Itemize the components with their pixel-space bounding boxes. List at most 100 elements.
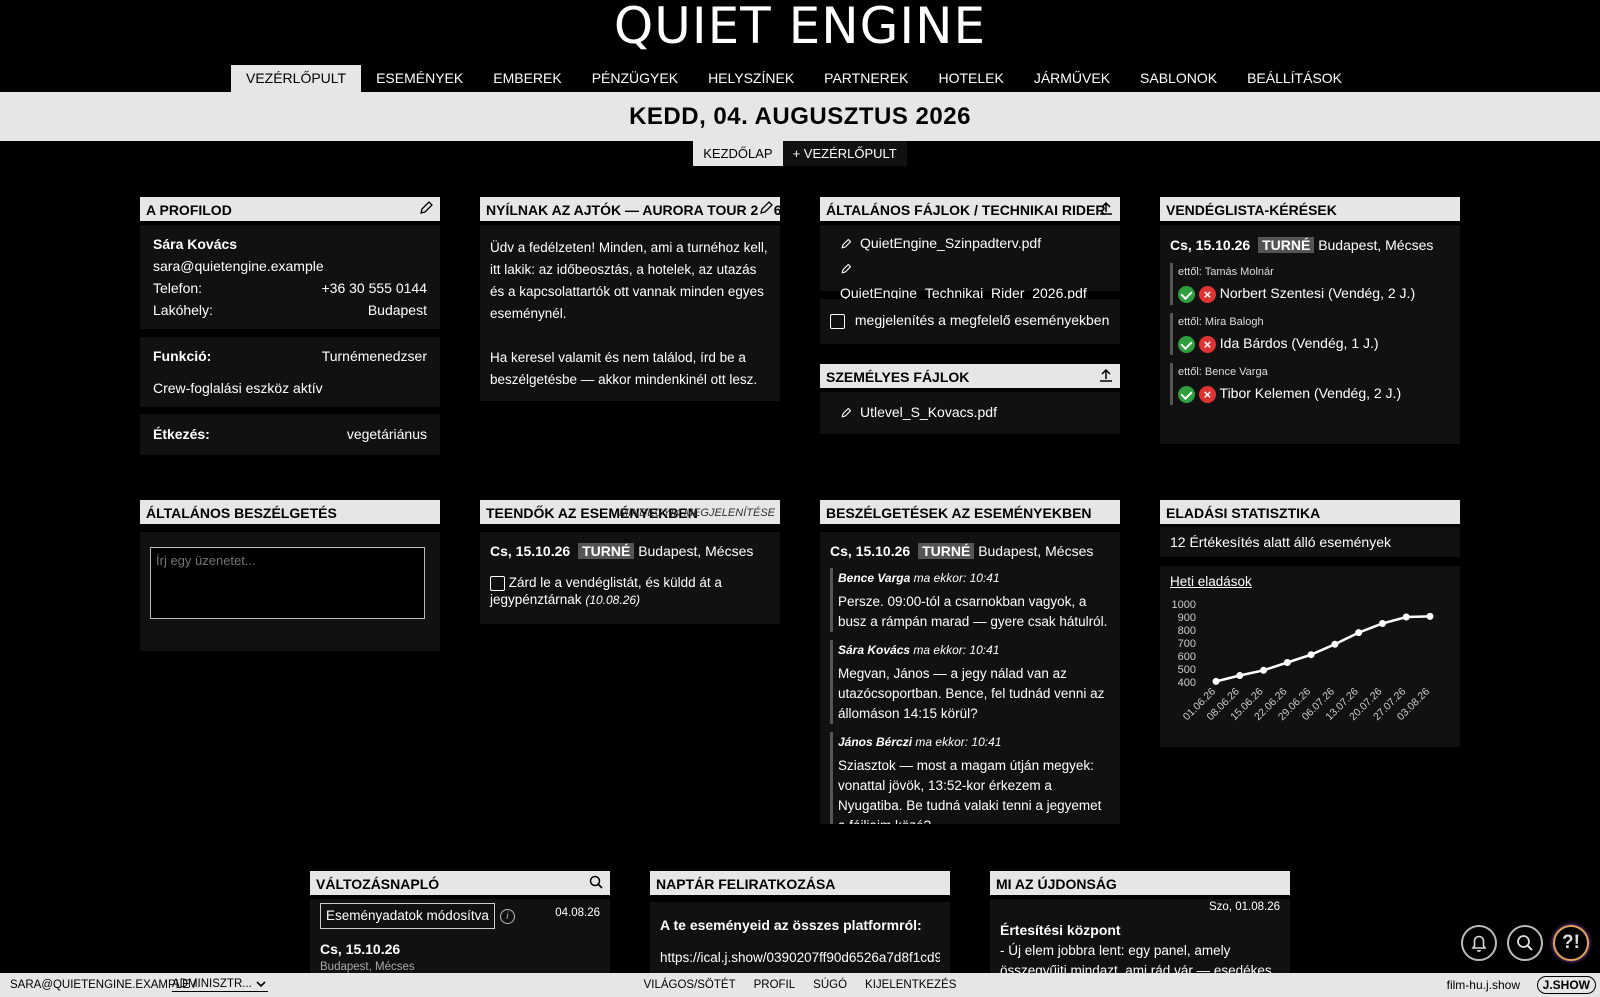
- changelog-title: VÁLTOZÁSNAPLÓ: [316, 876, 440, 892]
- calendar-url[interactable]: https://ical.j.show/0390207ff90d6526a7d8…: [660, 949, 940, 967]
- message-input[interactable]: [150, 547, 425, 619]
- event-place: Budapest, Mécses: [1318, 237, 1434, 253]
- file-name: Utlevel_S_Kovacs.pdf: [860, 404, 997, 420]
- role-value: Turnémenedzser: [321, 348, 427, 364]
- help-button[interactable]: ?!: [1553, 925, 1589, 961]
- file-item[interactable]: QuietEngine_Szinpadterv.pdf: [840, 231, 1100, 256]
- doors-title: NYÍLNAK AZ AJTÓK — AURORA TOUR 2026: [486, 202, 780, 218]
- event-chats-card: Cs, 15.10.26 TURNÉ Budapest, Mécses Benc…: [820, 532, 1120, 824]
- changelog-event-place: Budapest, Mécses: [320, 961, 415, 973]
- guest-request: ettől: Tamás Molnár × Norbert Szentesi (…: [1170, 263, 1450, 305]
- y-tick-label: 400: [1178, 677, 1196, 689]
- footer-user: SARA@QUIETENGINE.EXAMPLE /: [10, 979, 197, 991]
- doors-header: NYÍLNAK AZ AJTÓK — AURORA TOUR 2026: [480, 197, 780, 221]
- changelog-date: 04.08.26: [555, 907, 600, 919]
- approve-icon[interactable]: [1178, 335, 1195, 353]
- guestlist-card: Cs, 15.10.26 TURNÉ Budapest, Mécses ettő…: [1160, 225, 1460, 444]
- tab-home[interactable]: KEZDŐLAP: [693, 141, 783, 166]
- y-tick-label: 800: [1178, 625, 1196, 637]
- request-from: ettől: Mira Balogh: [1178, 316, 1264, 328]
- doors-intro: Üdv a fedélzeten! Minden, ami a turnéhoz…: [490, 240, 768, 321]
- phone-value: +36 30 555 0144: [321, 280, 428, 296]
- city-label: Lakóhely:: [153, 302, 213, 318]
- event-date: Cs, 15.10.26: [490, 543, 571, 559]
- changelog-filter[interactable]: Eseményadatok módosítva: [320, 903, 495, 929]
- data-point: [1212, 677, 1220, 685]
- profile-title: A PROFILOD: [146, 202, 232, 218]
- nav-venues[interactable]: HELYSZÍNEK: [693, 65, 809, 92]
- edit-icon[interactable]: [758, 200, 774, 216]
- nav-partners[interactable]: PARTNEREK: [809, 65, 923, 92]
- show-in-events-checkbox[interactable]: [830, 313, 845, 329]
- y-tick-label: 1000: [1172, 599, 1196, 611]
- edit-icon[interactable]: [418, 200, 434, 216]
- chevron-down-icon: [256, 981, 266, 988]
- chart-title[interactable]: Heti eladások: [1170, 574, 1450, 590]
- add-dashboard-button[interactable]: + VEZÉRLŐPULT: [782, 141, 907, 166]
- nav-dashboard[interactable]: VEZÉRLŐPULT: [230, 65, 362, 92]
- todo-item: Zárd le a vendéglistát, és küldd át a je…: [490, 574, 770, 609]
- guestlist-event[interactable]: Cs, 15.10.26 TURNÉ Budapest, Mécses: [1170, 233, 1450, 257]
- jshow-logo[interactable]: J.SHOW: [1536, 976, 1596, 994]
- news-card: Szo, 01.08.26 Értesítési központ - Új el…: [990, 899, 1290, 973]
- nav-finance[interactable]: PÉNZÜGYEK: [577, 65, 693, 92]
- show-all-link[interactable]: MINDEGYIK MEGJELENÍTÉSE: [619, 500, 775, 524]
- guestlist-title: VENDÉGLISTA-KÉRÉSEK: [1166, 202, 1337, 218]
- guest-request: ettől: Bence Varga × Tibor Kelemen (Vend…: [1170, 363, 1450, 405]
- footer-site[interactable]: film-hu.j.show: [1447, 973, 1520, 997]
- phone-label: Telefon:: [153, 280, 203, 296]
- nav-hotels[interactable]: HOTELEK: [923, 65, 1018, 92]
- files-title: ÁLTALÁNOS FÁJLOK / TECHNIKAI RIDER: [826, 202, 1106, 218]
- diet-value: vegetáriánus: [346, 426, 427, 442]
- reject-icon[interactable]: ×: [1198, 385, 1216, 403]
- help-link[interactable]: SÚGÓ: [804, 973, 856, 997]
- nav-people[interactable]: EMBEREK: [478, 65, 576, 92]
- role-select-value: ADMINISZTR...: [172, 978, 252, 990]
- message-time: ma ekkor: 10:41: [913, 643, 1000, 657]
- upload-icon[interactable]: [1098, 200, 1114, 216]
- reject-icon[interactable]: ×: [1198, 335, 1216, 353]
- approve-icon[interactable]: [1178, 385, 1195, 403]
- data-point: [1355, 629, 1363, 637]
- profile-link[interactable]: PROFIL: [745, 973, 805, 997]
- data-point: [1331, 640, 1339, 648]
- upload-icon[interactable]: [1098, 367, 1114, 383]
- sales-title: ELADÁSI STATISZTIKA: [1166, 505, 1321, 521]
- notifications-button[interactable]: [1461, 925, 1497, 961]
- file-item[interactable]: Utlevel_S_Kovacs.pdf: [840, 400, 1100, 425]
- theme-toggle-link[interactable]: VILÁGOS/SÖTÉT: [635, 973, 745, 997]
- guest-request: ettől: Mira Balogh × Ida Bárdos (Vendég,…: [1170, 313, 1450, 355]
- event-date: Cs, 15.10.26: [1170, 237, 1251, 253]
- changelog-event-date[interactable]: Cs, 15.10.26: [320, 939, 600, 959]
- todo-checkbox[interactable]: [490, 575, 505, 591]
- logout-link[interactable]: KIJELENTKEZÉS: [856, 973, 965, 997]
- event-chats-title: BESZÉLGETÉSEK AZ ESEMÉNYEKBEN: [826, 505, 1092, 521]
- nav-vehicles[interactable]: JÁRMŰVEK: [1019, 65, 1125, 92]
- request-text: Ida Bárdos (Vendég, 1 J.): [1219, 335, 1379, 351]
- main-nav: VEZÉRLŐPULT ESEMÉNYEK EMBEREK PÉNZÜGYEK …: [0, 65, 1600, 92]
- message-author: János Bérczi: [838, 735, 913, 749]
- message-time: ma ekkor: 10:41: [915, 735, 1002, 749]
- search-icon[interactable]: [588, 874, 604, 890]
- dashboard-tabs: KEZDŐLAP + VEZÉRLŐPULT: [0, 141, 1600, 166]
- global-search-button[interactable]: [1507, 925, 1543, 961]
- info-icon[interactable]: i: [499, 908, 515, 924]
- profile-email[interactable]: sara@quietengine.example: [153, 255, 427, 277]
- nav-settings[interactable]: BEÁLLÍTÁSOK: [1232, 65, 1357, 92]
- event-badge: TURNÉ: [578, 543, 635, 559]
- sales-summary[interactable]: 12 Értékesítés alatt álló események: [1160, 527, 1460, 557]
- nav-events[interactable]: ESEMÉNYEK: [361, 65, 478, 92]
- nav-templates[interactable]: SABLONOK: [1125, 65, 1232, 92]
- personal-files-list: Utlevel_S_Kovacs.pdf: [820, 392, 1120, 434]
- approve-icon[interactable]: [1178, 285, 1195, 303]
- status-bar: SARA@QUIETENGINE.EXAMPLE / ADMINISZTR...…: [0, 973, 1600, 997]
- role-select[interactable]: ADMINISZTR...: [172, 977, 268, 992]
- message-author: Bence Varga: [838, 571, 911, 585]
- crew-tool-status: Crew-foglalási eszköz aktív: [153, 380, 323, 396]
- reject-icon[interactable]: ×: [1198, 285, 1216, 303]
- todos-header: TEENDŐK AZ ESEMÉNYEKBEN MINDEGYIK MEGJEL…: [480, 500, 780, 524]
- guestlist-header: VENDÉGLISTA-KÉRÉSEK: [1160, 197, 1460, 221]
- chat-event[interactable]: Cs, 15.10.26 TURNÉ Budapest, Mécses: [830, 538, 1110, 564]
- todo-event[interactable]: Cs, 15.10.26 TURNÉ Budapest, Mécses: [490, 538, 770, 564]
- data-point: [1426, 612, 1434, 620]
